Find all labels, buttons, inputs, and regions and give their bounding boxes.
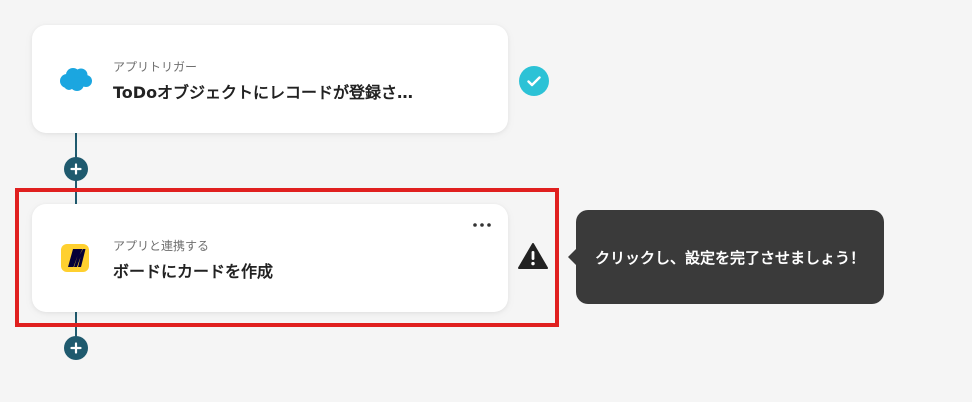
step-type-label: アプリトリガー — [113, 60, 198, 74]
step-title: ボードにカードを作成 — [113, 262, 274, 281]
add-step-button[interactable] — [64, 336, 88, 360]
step-complete-check-icon — [519, 66, 549, 96]
step-type-label: アプリと連携する — [113, 239, 210, 253]
tooltip-text: クリックし、設定を完了させましょう！ — [594, 248, 865, 267]
trigger-step-card[interactable]: アプリトリガー ToDoオブジェクトにレコードが登録さ… — [32, 25, 508, 133]
setup-hint-tooltip: クリックし、設定を完了させましょう！ — [568, 210, 884, 304]
step-title: ToDoオブジェクトにレコードが登録さ… — [113, 83, 414, 102]
action-step-card[interactable]: アプリと連携する ボードにカードを作成 — [32, 204, 508, 312]
salesforce-cloud-icon — [57, 63, 93, 95]
plus-icon — [70, 342, 82, 354]
miro-logo-icon — [57, 242, 93, 274]
plus-icon — [70, 163, 82, 175]
ellipsis-icon — [473, 223, 491, 227]
tooltip-arrow — [568, 249, 576, 265]
warning-icon — [517, 242, 549, 270]
add-step-button[interactable] — [64, 157, 88, 181]
more-options-button[interactable] — [468, 216, 496, 234]
